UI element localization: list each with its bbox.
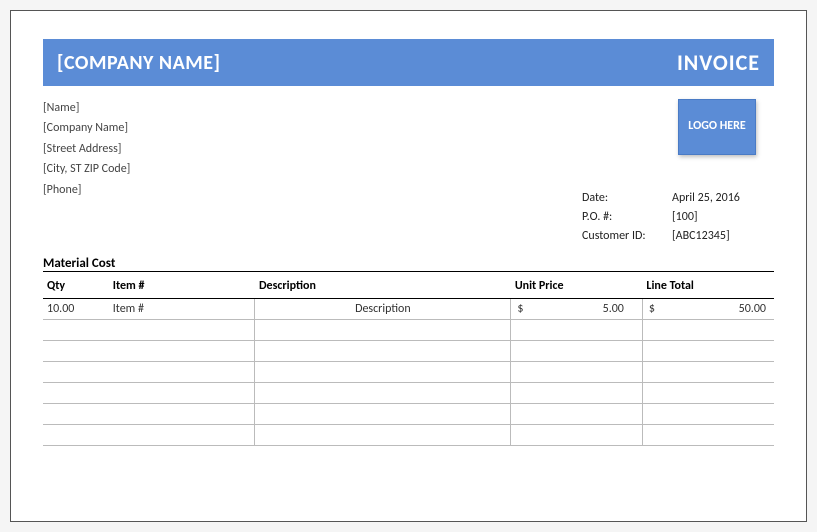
cell-line-total [642,403,774,424]
document-title: INVOICE [677,49,760,76]
cell-unit-price [511,319,643,340]
table-row [43,424,774,445]
cell-line-total [642,382,774,403]
cell-description [255,340,511,361]
cell-line-total [642,361,774,382]
cell-item [109,424,255,445]
table-row [43,340,774,361]
invoice-meta: Date: April 25, 2016 P.O. #: [100] Custo… [582,189,762,247]
cell-unit-price [511,403,643,424]
meta-customer-label: Customer ID: [582,227,672,246]
meta-date-value: April 25, 2016 [672,189,762,208]
header-line-total: Line Total [642,275,774,299]
cell-qty [43,424,109,445]
cell-item [109,382,255,403]
company-name-placeholder: [COMPANY NAME] [57,51,220,75]
logo-text: LOGO HERE [688,119,746,135]
header-qty: Qty [43,275,109,299]
billto-city-state-zip: [City, ST ZIP Code] [43,159,774,179]
header-bar: [COMPANY NAME] INVOICE [43,39,774,86]
cell-line-total [642,319,774,340]
cell-unit-price [511,361,643,382]
cell-description [255,382,511,403]
table-row [43,382,774,403]
cell-line-total: $50.00 [642,298,774,319]
cell-qty [43,382,109,403]
cell-item [109,403,255,424]
cell-unit-price: $5.00 [511,298,643,319]
cell-unit-price [511,382,643,403]
header-description: Description [255,275,511,299]
table-row [43,361,774,382]
cell-item [109,319,255,340]
logo-placeholder: LOGO HERE [678,99,756,155]
cell-item [109,361,255,382]
cell-qty [43,319,109,340]
cell-line-total [642,340,774,361]
cell-description [255,319,511,340]
meta-po-row: P.O. #: [100] [582,208,762,227]
table-row [43,403,774,424]
material-cost-title: Material Cost [43,256,774,272]
meta-customer-value: [ABC12345] [672,227,762,246]
invoice-page: [COMPANY NAME] INVOICE [Name] [Company N… [10,10,807,522]
cell-unit-price [511,340,643,361]
cell-qty [43,403,109,424]
cell-item [109,340,255,361]
header-item: Item # [109,275,255,299]
table-row: 10.00Item #Description$5.00$50.00 [43,298,774,319]
cell-qty [43,340,109,361]
bill-to-block: [Name] [Company Name] [Street Address] [… [43,98,774,200]
table-header-row: Qty Item # Description Unit Price Line T… [43,275,774,299]
cell-description: Description [255,298,511,319]
cell-unit-price [511,424,643,445]
cell-item: Item # [109,298,255,319]
meta-po-label: P.O. #: [582,208,672,227]
cell-line-total [642,424,774,445]
billto-name: [Name] [43,98,774,118]
cell-description [255,361,511,382]
header-unit-price: Unit Price [511,275,643,299]
cell-qty: 10.00 [43,298,109,319]
table-row [43,319,774,340]
billto-street: [Street Address] [43,139,774,159]
meta-customer-row: Customer ID: [ABC12345] [582,227,762,246]
billto-company: [Company Name] [43,118,774,138]
cell-qty [43,361,109,382]
meta-po-value: [100] [672,208,762,227]
meta-date-label: Date: [582,189,672,208]
meta-date-row: Date: April 25, 2016 [582,189,762,208]
material-table: Qty Item # Description Unit Price Line T… [43,275,774,446]
cell-description [255,424,511,445]
cell-description [255,403,511,424]
